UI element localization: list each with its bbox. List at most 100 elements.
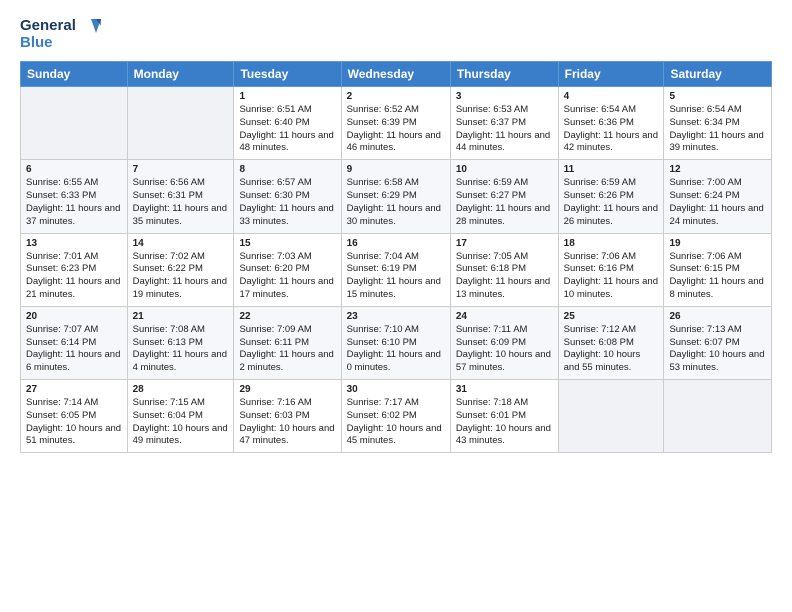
day-info: Sunset: 6:02 PM <box>347 410 445 423</box>
day-number: 11 <box>564 164 659 175</box>
day-header-friday: Friday <box>558 62 664 87</box>
calendar-cell: 16Sunrise: 7:04 AMSunset: 6:19 PMDayligh… <box>341 233 450 306</box>
day-info: Sunset: 6:01 PM <box>456 410 553 423</box>
day-info: Sunset: 6:03 PM <box>239 410 335 423</box>
day-info: Sunrise: 7:08 AM <box>133 324 229 337</box>
week-row-5: 27Sunrise: 7:14 AMSunset: 6:05 PMDayligh… <box>21 380 772 453</box>
day-info: Sunset: 6:26 PM <box>564 190 659 203</box>
day-number: 20 <box>26 311 122 322</box>
day-info: Daylight: 11 hours and 15 minutes. <box>347 276 445 302</box>
day-info: Sunrise: 7:03 AM <box>239 251 335 264</box>
calendar-cell: 29Sunrise: 7:16 AMSunset: 6:03 PMDayligh… <box>234 380 341 453</box>
day-number: 22 <box>239 311 335 322</box>
day-info: Daylight: 11 hours and 28 minutes. <box>456 203 553 229</box>
week-row-2: 6Sunrise: 6:55 AMSunset: 6:33 PMDaylight… <box>21 160 772 233</box>
calendar-cell: 4Sunrise: 6:54 AMSunset: 6:36 PMDaylight… <box>558 87 664 160</box>
day-info: Sunrise: 7:04 AM <box>347 251 445 264</box>
logo-general: General <box>20 18 76 35</box>
day-info: Sunrise: 7:01 AM <box>26 251 122 264</box>
day-header-sunday: Sunday <box>21 62 128 87</box>
day-info: Sunrise: 6:54 AM <box>669 104 766 117</box>
day-header-monday: Monday <box>127 62 234 87</box>
day-number: 27 <box>26 384 122 395</box>
day-info: Sunset: 6:37 PM <box>456 117 553 130</box>
day-info: Sunset: 6:13 PM <box>133 337 229 350</box>
day-info: Daylight: 11 hours and 17 minutes. <box>239 276 335 302</box>
day-info: Sunrise: 7:06 AM <box>564 251 659 264</box>
day-number: 21 <box>133 311 229 322</box>
day-number: 24 <box>456 311 553 322</box>
day-number: 17 <box>456 238 553 249</box>
day-info: Sunrise: 6:59 AM <box>456 177 553 190</box>
day-number: 9 <box>347 164 445 175</box>
day-info: Sunset: 6:39 PM <box>347 117 445 130</box>
day-info: Sunrise: 6:57 AM <box>239 177 335 190</box>
day-number: 14 <box>133 238 229 249</box>
day-info: Sunrise: 7:12 AM <box>564 324 659 337</box>
day-info: Daylight: 10 hours and 57 minutes. <box>456 349 553 375</box>
day-number: 1 <box>239 91 335 102</box>
day-number: 10 <box>456 164 553 175</box>
day-info: Daylight: 11 hours and 4 minutes. <box>133 349 229 375</box>
day-info: Sunrise: 7:16 AM <box>239 397 335 410</box>
day-number: 26 <box>669 311 766 322</box>
day-info: Sunset: 6:14 PM <box>26 337 122 350</box>
day-info: Sunset: 6:22 PM <box>133 263 229 276</box>
day-info: Sunset: 6:15 PM <box>669 263 766 276</box>
day-number: 18 <box>564 238 659 249</box>
day-info: Daylight: 10 hours and 51 minutes. <box>26 423 122 449</box>
day-info: Daylight: 11 hours and 42 minutes. <box>564 130 659 156</box>
calendar-cell: 3Sunrise: 6:53 AMSunset: 6:37 PMDaylight… <box>450 87 558 160</box>
calendar-cell <box>664 380 772 453</box>
day-info: Daylight: 11 hours and 10 minutes. <box>564 276 659 302</box>
calendar-cell: 12Sunrise: 7:00 AMSunset: 6:24 PMDayligh… <box>664 160 772 233</box>
day-info: Daylight: 10 hours and 55 minutes. <box>564 349 659 375</box>
week-row-3: 13Sunrise: 7:01 AMSunset: 6:23 PMDayligh… <box>21 233 772 306</box>
calendar-cell: 14 Sunrise: 7:02 AMSunset: 6:22 PMDayligh… <box>127 233 234 306</box>
day-info: Sunset: 6:20 PM <box>239 263 335 276</box>
day-info: Sunset: 6:40 PM <box>239 117 335 130</box>
day-info: Sunset: 6:05 PM <box>26 410 122 423</box>
day-info: Sunrise: 7:18 AM <box>456 397 553 410</box>
day-info: Daylight: 11 hours and 21 minutes. <box>26 276 122 302</box>
day-info: Sunrise: 7:02 AM <box>133 251 229 264</box>
calendar-cell <box>21 87 128 160</box>
day-number: 7 <box>133 164 229 175</box>
day-info: Sunrise: 7:05 AM <box>456 251 553 264</box>
day-header-wednesday: Wednesday <box>341 62 450 87</box>
day-info: Sunset: 6:18 PM <box>456 263 553 276</box>
day-number: 2 <box>347 91 445 102</box>
day-info: Sunrise: 6:54 AM <box>564 104 659 117</box>
day-info: Daylight: 11 hours and 24 minutes. <box>669 203 766 229</box>
day-info: Daylight: 10 hours and 53 minutes. <box>669 349 766 375</box>
day-info: Daylight: 11 hours and 8 minutes. <box>669 276 766 302</box>
day-info: Sunset: 6:34 PM <box>669 117 766 130</box>
calendar-cell: 6Sunrise: 6:55 AMSunset: 6:33 PMDaylight… <box>21 160 128 233</box>
day-info: Sunrise: 6:53 AM <box>456 104 553 117</box>
calendar-cell: 5Sunrise: 6:54 AMSunset: 6:34 PMDaylight… <box>664 87 772 160</box>
day-info: Daylight: 10 hours and 45 minutes. <box>347 423 445 449</box>
calendar-cell: 13Sunrise: 7:01 AMSunset: 6:23 PMDayligh… <box>21 233 128 306</box>
day-info: Daylight: 11 hours and 30 minutes. <box>347 203 445 229</box>
day-info: Daylight: 11 hours and 2 minutes. <box>239 349 335 375</box>
day-info: Sunset: 6:36 PM <box>564 117 659 130</box>
calendar-cell: 22Sunrise: 7:09 AMSunset: 6:11 PMDayligh… <box>234 306 341 379</box>
calendar-cell: 23Sunrise: 7:10 AMSunset: 6:10 PMDayligh… <box>341 306 450 379</box>
day-info: Daylight: 11 hours and 48 minutes. <box>239 130 335 156</box>
day-info: Sunset: 6:11 PM <box>239 337 335 350</box>
day-info: Sunrise: 7:13 AM <box>669 324 766 337</box>
day-info: Sunrise: 6:52 AM <box>347 104 445 117</box>
logo: General Blue <box>20 18 101 51</box>
calendar-cell: 8Sunrise: 6:57 AMSunset: 6:30 PMDaylight… <box>234 160 341 233</box>
day-number: 31 <box>456 384 553 395</box>
day-info: Sunrise: 6:55 AM <box>26 177 122 190</box>
day-info: Daylight: 11 hours and 39 minutes. <box>669 130 766 156</box>
day-info: Sunset: 6:30 PM <box>239 190 335 203</box>
day-info: Daylight: 11 hours and 13 minutes. <box>456 276 553 302</box>
calendar-cell: 31Sunrise: 7:18 AMSunset: 6:01 PMDayligh… <box>450 380 558 453</box>
day-info: Daylight: 11 hours and 19 minutes. <box>133 276 229 302</box>
day-info: Daylight: 11 hours and 37 minutes. <box>26 203 122 229</box>
day-info: Sunset: 6:31 PM <box>133 190 229 203</box>
day-info: Sunset: 6:09 PM <box>456 337 553 350</box>
day-info: Sunrise: 7:17 AM <box>347 397 445 410</box>
